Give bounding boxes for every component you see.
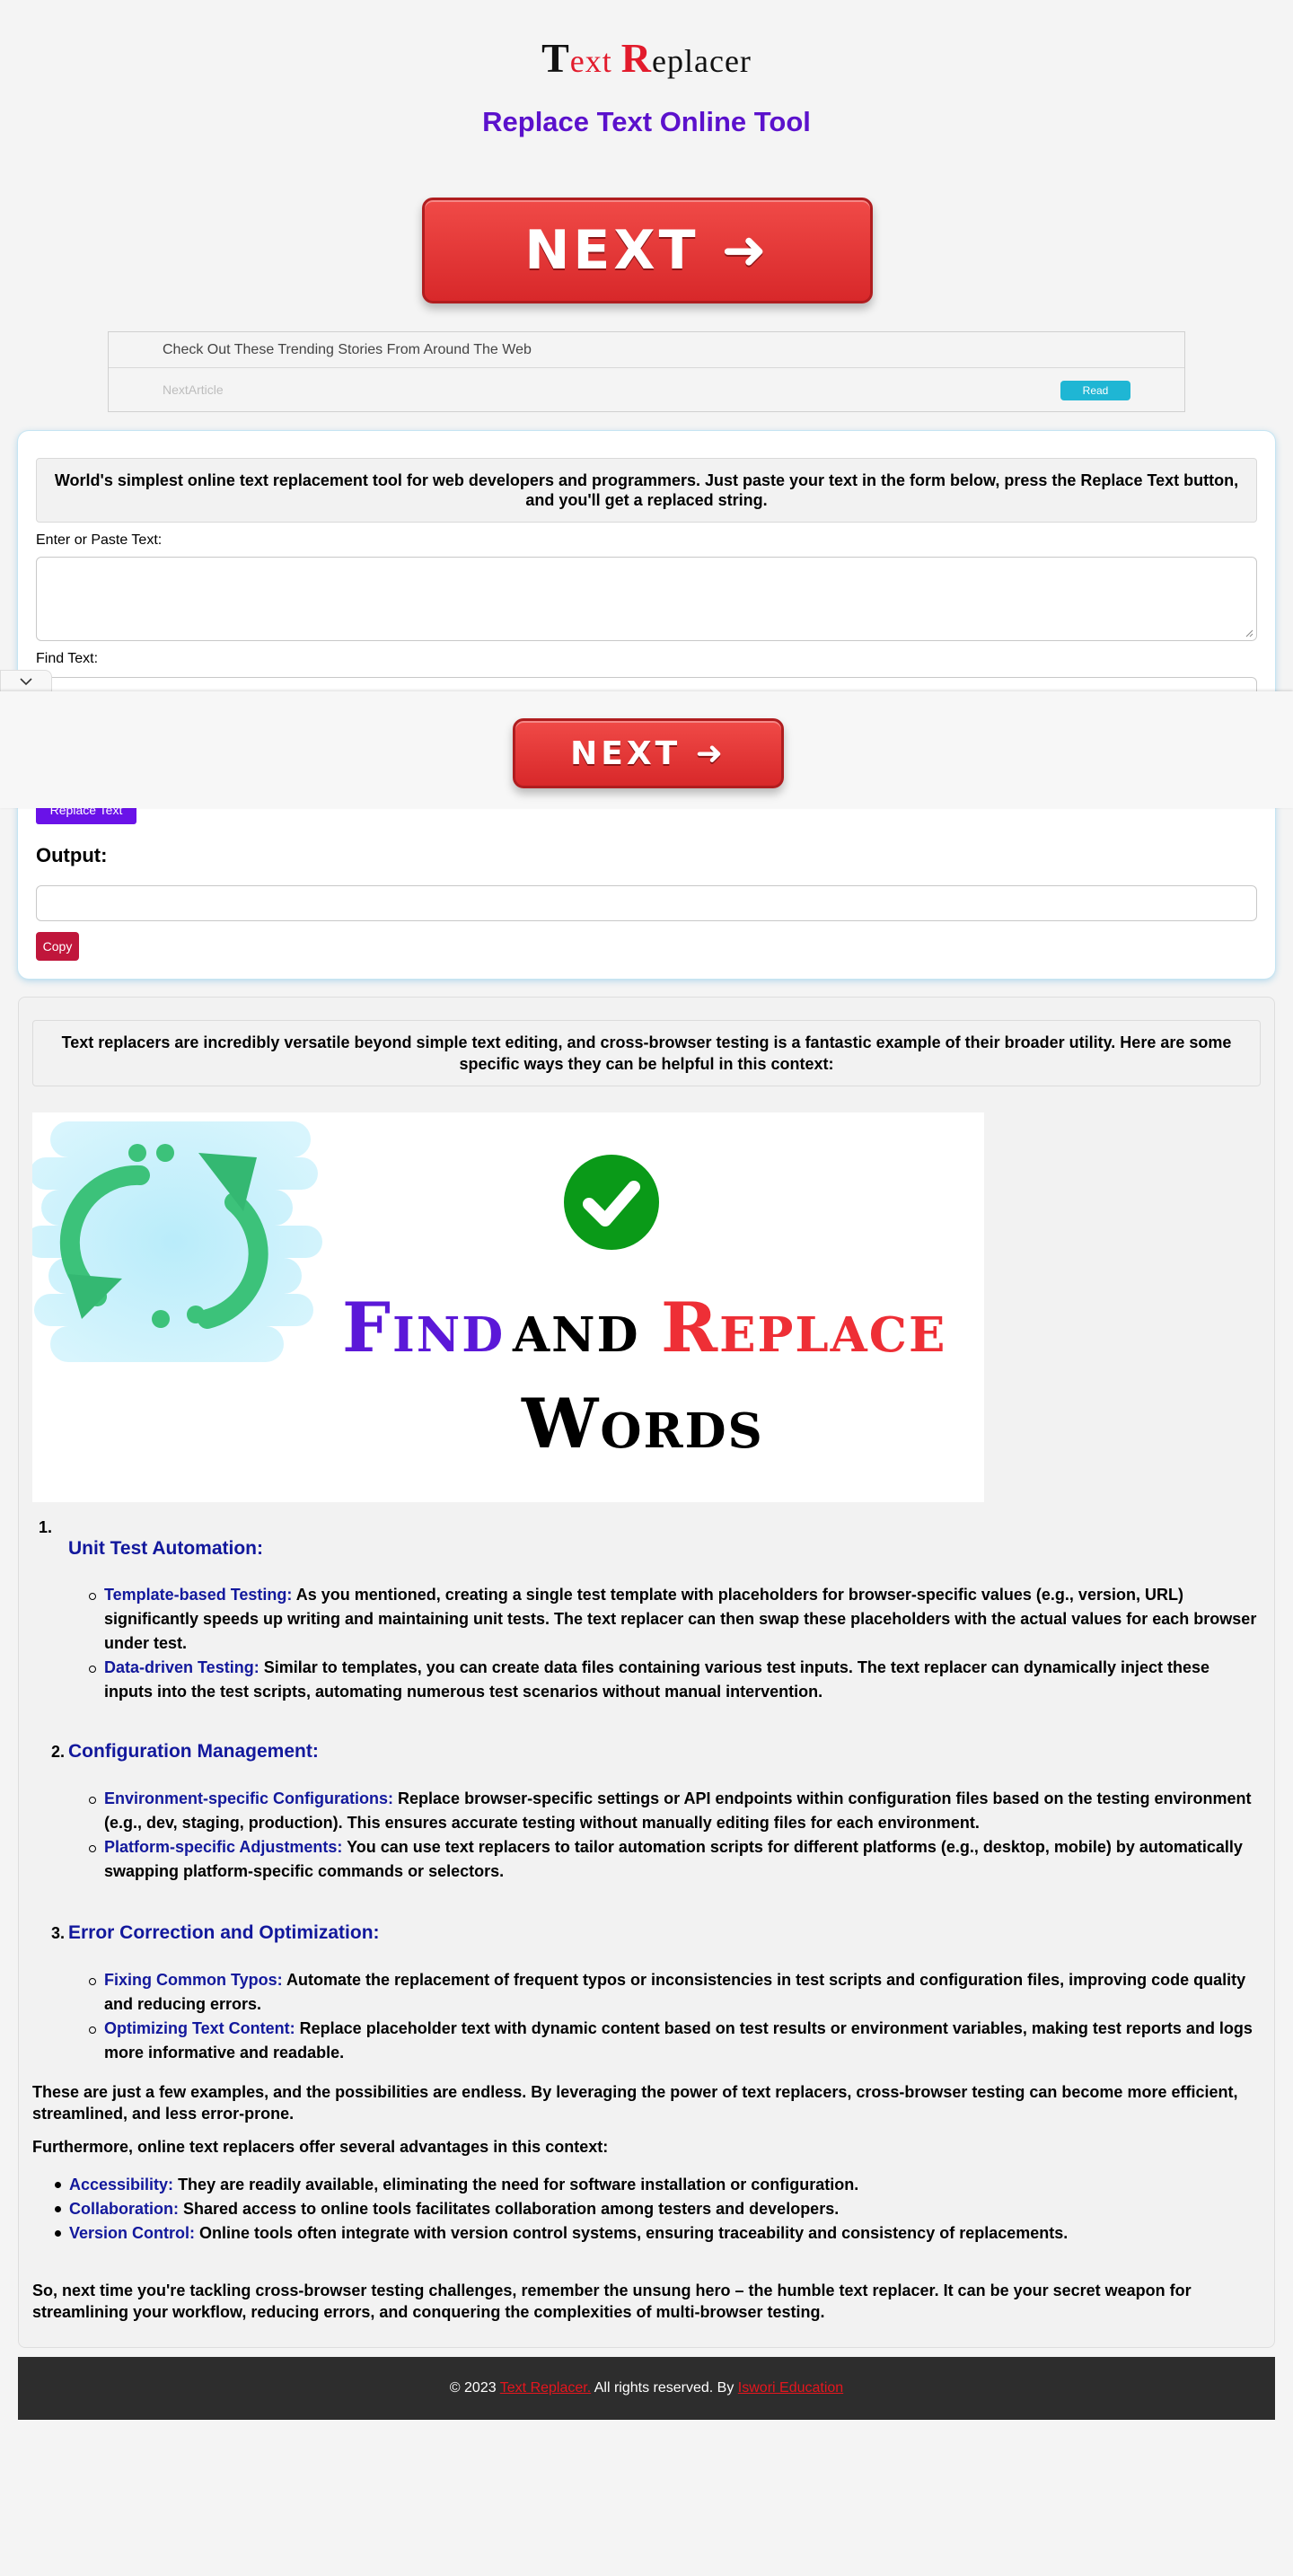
bullet-text: They are readily available, eliminating … xyxy=(173,2176,859,2194)
site-link[interactable]: Text Replacer. xyxy=(500,2380,591,2396)
list-item: Platform-specific Adjustments: You can u… xyxy=(89,1835,1262,1884)
bullet-text: Online tools often integrate with versio… xyxy=(195,2224,1069,2242)
bullet-term: Environment-specific Configurations: xyxy=(104,1789,394,1807)
bullet-term: Platform-specific Adjustments: xyxy=(104,1838,343,1856)
list-item: Fixing Common Typos: Automate the replac… xyxy=(89,1968,1262,2017)
list-item: Environment-specific Configurations: Rep… xyxy=(89,1787,1262,1835)
logo-word-eplacer: eplacer xyxy=(652,43,752,79)
logo-word-ext: ext xyxy=(569,43,612,79)
list-item: Optimizing Text Content: Replace placeho… xyxy=(89,2017,1262,2065)
advantages-intro: Furthermore, online text replacers offer… xyxy=(32,2138,609,2156)
read-button[interactable]: Read xyxy=(1060,381,1130,400)
output-field[interactable] xyxy=(36,885,1257,921)
page-title: Replace Text Online Tool xyxy=(482,106,811,137)
resize-handle-icon[interactable] xyxy=(1245,629,1253,637)
trending-item-label: NextArticle xyxy=(163,382,224,397)
section-title: Error Correction and Optimization: xyxy=(68,1922,380,1943)
hero-word-and: and xyxy=(513,1288,640,1367)
bullet-term: Accessibility: xyxy=(69,2176,174,2194)
list-item: Collaboration: Shared access to online t… xyxy=(55,2197,1254,2220)
input-label: Enter or Paste Text: xyxy=(36,532,163,548)
bullet-term: Fixing Common Typos: xyxy=(104,1971,283,1989)
trending-stories-widget: Check Out These Trending Stories From Ar… xyxy=(108,331,1185,412)
collapse-toggle[interactable] xyxy=(0,670,52,691)
chevron-down-icon xyxy=(20,677,32,685)
hero-word-words: Words xyxy=(522,1384,764,1464)
trending-heading: Check Out These Trending Stories From Ar… xyxy=(109,332,1184,368)
bullet-text: Shared access to online tools facilitate… xyxy=(179,2200,840,2218)
article-intro: Text replacers are incredibly versatile … xyxy=(32,1020,1261,1086)
next-button[interactable]: NEXT ➜ xyxy=(422,198,873,303)
check-circle-icon xyxy=(564,1155,659,1250)
article-section: Text replacers are incredibly versatile … xyxy=(18,997,1275,2348)
section-title: Configuration Management: xyxy=(68,1741,319,1762)
list-item: Accessibility: They are readily availabl… xyxy=(55,2173,1254,2196)
find-replace-hero-image: Find and Replace Words xyxy=(32,1112,984,1502)
copyright-text: © 2023 xyxy=(449,2380,500,2396)
section-title: Unit Test Automation: xyxy=(68,1538,263,1559)
find-label: Find Text: xyxy=(36,651,99,666)
section-number: 2. xyxy=(51,1743,66,1761)
bullet-term: Data-driven Testing: xyxy=(104,1658,259,1676)
list-item: Data-driven Testing: Similar to template… xyxy=(89,1656,1262,1704)
hero-word-find: Find xyxy=(342,1288,506,1367)
section-number: 1. xyxy=(39,1518,53,1536)
logo-letter-r: R xyxy=(620,35,652,81)
bullet-term: Optimizing Text Content: xyxy=(104,2019,295,2037)
list-item: Template-based Testing: As you mentioned… xyxy=(89,1583,1262,1656)
trending-item[interactable]: NextArticle Read xyxy=(109,368,1184,412)
site-logo[interactable]: Text Replacer xyxy=(0,34,1293,82)
list-item: Version Control: Online tools often inte… xyxy=(55,2221,1254,2245)
bullet-text: Similar to templates, you can create dat… xyxy=(104,1658,1210,1701)
rights-text: All rights reserved. By xyxy=(591,2380,738,2396)
closing-paragraph: So, next time you're tackling cross-brow… xyxy=(32,2281,1192,2321)
bullet-term: Template-based Testing: xyxy=(104,1586,293,1604)
summary-paragraph: These are just a few examples, and the p… xyxy=(32,2083,1238,2123)
bullet-term: Version Control: xyxy=(69,2224,196,2242)
tool-intro: World's simplest online text replacement… xyxy=(36,458,1257,523)
output-title: Output: xyxy=(36,844,108,866)
site-footer: © 2023 Text Replacer. All rights reserve… xyxy=(18,2357,1275,2420)
sticky-next-button[interactable]: NEXT ➜ xyxy=(513,718,784,788)
copy-button[interactable]: Copy xyxy=(36,932,79,961)
refresh-arrows-icon xyxy=(32,1121,322,1362)
bullet-term: Collaboration: xyxy=(69,2200,179,2218)
hero-word-replace: Replace xyxy=(661,1288,947,1367)
section-number: 3. xyxy=(51,1924,66,1942)
author-link[interactable]: Iswori Education xyxy=(738,2380,843,2396)
logo-letter-t: T xyxy=(541,35,570,81)
input-textarea[interactable] xyxy=(36,557,1257,641)
